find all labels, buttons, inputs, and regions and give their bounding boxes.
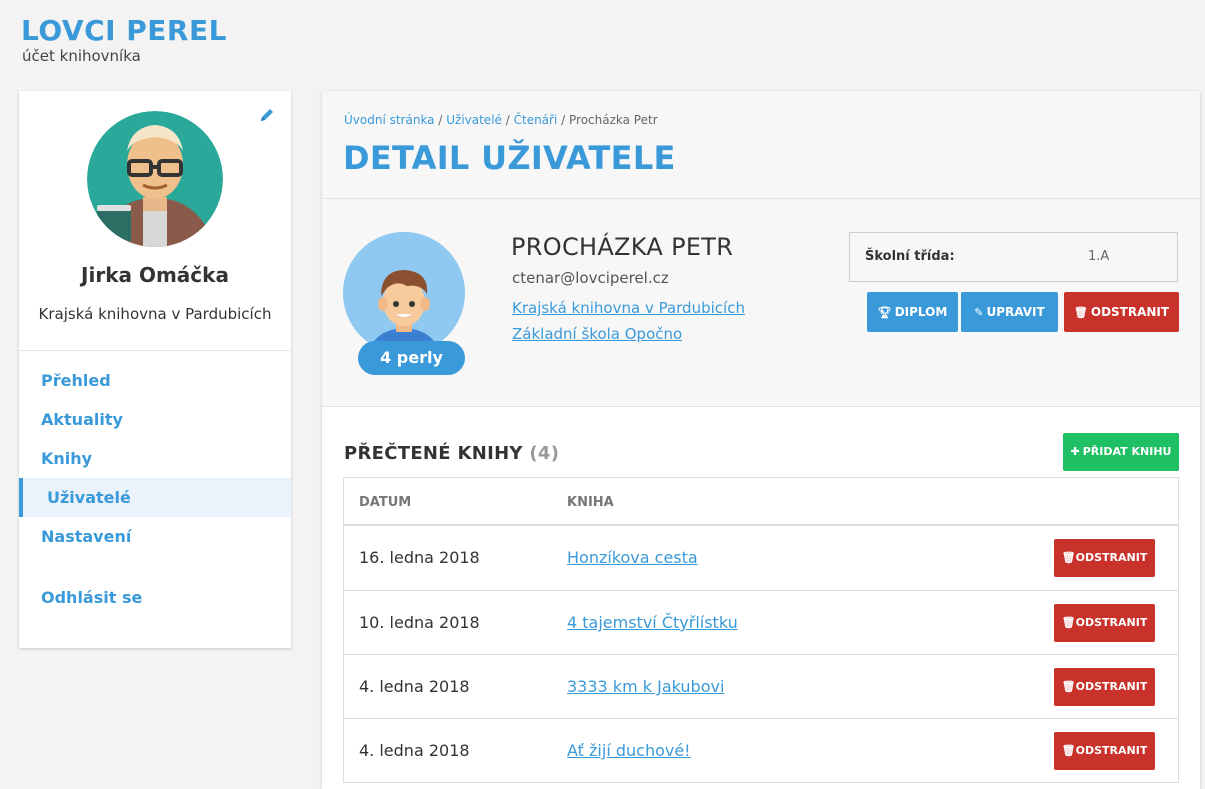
add-book-button[interactable]: ✚ PŘIDAT KNIHU <box>1063 433 1179 471</box>
diploma-button[interactable]: 🏆︎ DIPLOM <box>867 292 958 332</box>
breadcrumb-separator: / <box>505 113 514 127</box>
sidebar-item-settings[interactable]: Nastavení <box>19 517 291 556</box>
reader-avatar <box>343 232 465 354</box>
edit-button[interactable]: ✎ UPRAVIT <box>961 292 1058 332</box>
breadcrumb-home[interactable]: Úvodní stránka <box>344 113 435 127</box>
read-books-title-text: PŘEČTENÉ KNIHY <box>344 443 523 464</box>
read-books-title: PŘEČTENÉ KNIHY (4) <box>344 443 559 464</box>
row-remove-label: ODSTRANIT <box>1075 744 1148 757</box>
row-date: 16. ledna 2018 <box>359 548 480 567</box>
user-name: Jirka Omáčka <box>81 263 229 287</box>
diploma-button-label: DIPLOM <box>894 305 948 319</box>
table-row: 4. ledna 2018 3333 km k Jakubovi 🗑︎ODSTR… <box>344 654 1178 718</box>
sidebar: Jirka Omáčka Krajská knihovna v Pardubic… <box>19 91 291 648</box>
col-date-header: DATUM <box>359 495 412 510</box>
breadcrumb-readers[interactable]: Čtenáři <box>514 113 558 127</box>
trash-icon: 🗑︎ <box>1061 680 1076 693</box>
breadcrumb-users[interactable]: Uživatelé <box>446 113 502 127</box>
row-remove-button[interactable]: 🗑︎ODSTRANIT <box>1054 539 1155 577</box>
row-remove-button[interactable]: 🗑︎ODSTRANIT <box>1054 604 1155 642</box>
pencil-icon[interactable] <box>259 107 275 123</box>
sidebar-nav: Přehled Aktuality Knihy Uživatelé Nastav… <box>19 361 291 617</box>
row-remove-button[interactable]: 🗑︎ODSTRANIT <box>1054 668 1155 706</box>
class-info-box: Školní třída: 1.A <box>849 232 1178 282</box>
row-date: 4. ledna 2018 <box>359 677 470 696</box>
class-value: 1.A <box>1088 249 1110 264</box>
page-header: Úvodní stránka / Uživatelé / Čtenáři / P… <box>322 91 1200 199</box>
brand-title[interactable]: LOVCI PEREL <box>21 14 227 48</box>
read-books-table: DATUM KNIHA 16. ledna 2018 Honzíkova ces… <box>343 477 1179 783</box>
sidebar-item-books[interactable]: Knihy <box>19 439 291 478</box>
reader-name: PROCHÁZKA PETR <box>511 233 734 261</box>
library-link[interactable]: Krajská knihovna v Pardubicích <box>512 299 745 317</box>
row-remove-label: ODSTRANIT <box>1075 551 1148 564</box>
reader-email: ctenar@lovciperel.cz <box>512 269 669 287</box>
breadcrumb-separator: / <box>561 113 569 127</box>
trash-icon: 🗑︎ <box>1061 744 1076 757</box>
page-title: DETAIL UŽIVATELE <box>343 139 676 177</box>
table-row: 16. ledna 2018 Honzíkova cesta 🗑︎ODSTRAN… <box>344 526 1178 590</box>
main-panel: Úvodní stránka / Uživatelé / Čtenáři / P… <box>322 91 1200 789</box>
edit-button-label: UPRAVIT <box>986 305 1045 319</box>
brand-subtitle: účet knihovníka <box>22 47 141 65</box>
trash-icon: 🗑︎ <box>1061 551 1076 564</box>
col-book-header: KNIHA <box>567 495 614 510</box>
sidebar-item-overview[interactable]: Přehled <box>19 361 291 400</box>
sidebar-divider <box>19 350 291 351</box>
pearls-badge: 4 perly <box>358 341 465 375</box>
trophy-icon: 🏆︎ <box>877 306 892 319</box>
row-book-link[interactable]: 4 tajemství Čtyřlístku <box>567 613 738 632</box>
row-remove-label: ODSTRANIT <box>1075 616 1148 629</box>
row-date: 10. ledna 2018 <box>359 613 480 632</box>
add-book-button-label: PŘIDAT KNIHU <box>1082 445 1172 458</box>
trash-icon: 🗑︎ <box>1061 616 1076 629</box>
breadcrumb-current: Procházka Petr <box>569 113 658 127</box>
edit-icon: ✎ <box>974 306 984 319</box>
class-label: Školní třída: <box>865 249 955 264</box>
plus-icon: ✚ <box>1070 445 1080 458</box>
row-book-link[interactable]: 3333 km k Jakubovi <box>567 677 724 696</box>
row-remove-label: ODSTRANIT <box>1075 680 1148 693</box>
table-header: DATUM KNIHA <box>344 478 1178 526</box>
table-row: 10. ledna 2018 4 tajemství Čtyřlístku 🗑︎… <box>344 590 1178 654</box>
breadcrumb: Úvodní stránka / Uživatelé / Čtenáři / P… <box>344 113 658 127</box>
sidebar-item-news[interactable]: Aktuality <box>19 400 291 439</box>
trash-icon: 🗑︎ <box>1073 306 1088 319</box>
avatar <box>87 111 223 247</box>
remove-user-button[interactable]: 🗑︎ ODSTRANIT <box>1064 292 1179 332</box>
logout-link[interactable]: Odhlásit se <box>19 578 291 617</box>
profile-section: 4 perly PROCHÁZKA PETR ctenar@lovciperel… <box>322 199 1200 407</box>
row-date: 4. ledna 2018 <box>359 741 470 760</box>
school-link[interactable]: Základní škola Opočno <box>512 325 682 343</box>
row-book-link[interactable]: Honzíkova cesta <box>567 548 698 567</box>
row-remove-button[interactable]: 🗑︎ODSTRANIT <box>1054 732 1155 770</box>
read-books-count: (4) <box>529 443 560 464</box>
brand: LOVCI PEREL účet knihovníka <box>21 14 227 64</box>
user-library: Krajská knihovna v Pardubicích <box>38 305 272 323</box>
table-row: 4. ledna 2018 Ať žijí duchové! 🗑︎ODSTRAN… <box>344 718 1178 782</box>
row-book-link[interactable]: Ať žijí duchové! <box>567 741 691 760</box>
remove-user-button-label: ODSTRANIT <box>1090 305 1170 319</box>
sidebar-item-users[interactable]: Uživatelé <box>19 478 291 517</box>
